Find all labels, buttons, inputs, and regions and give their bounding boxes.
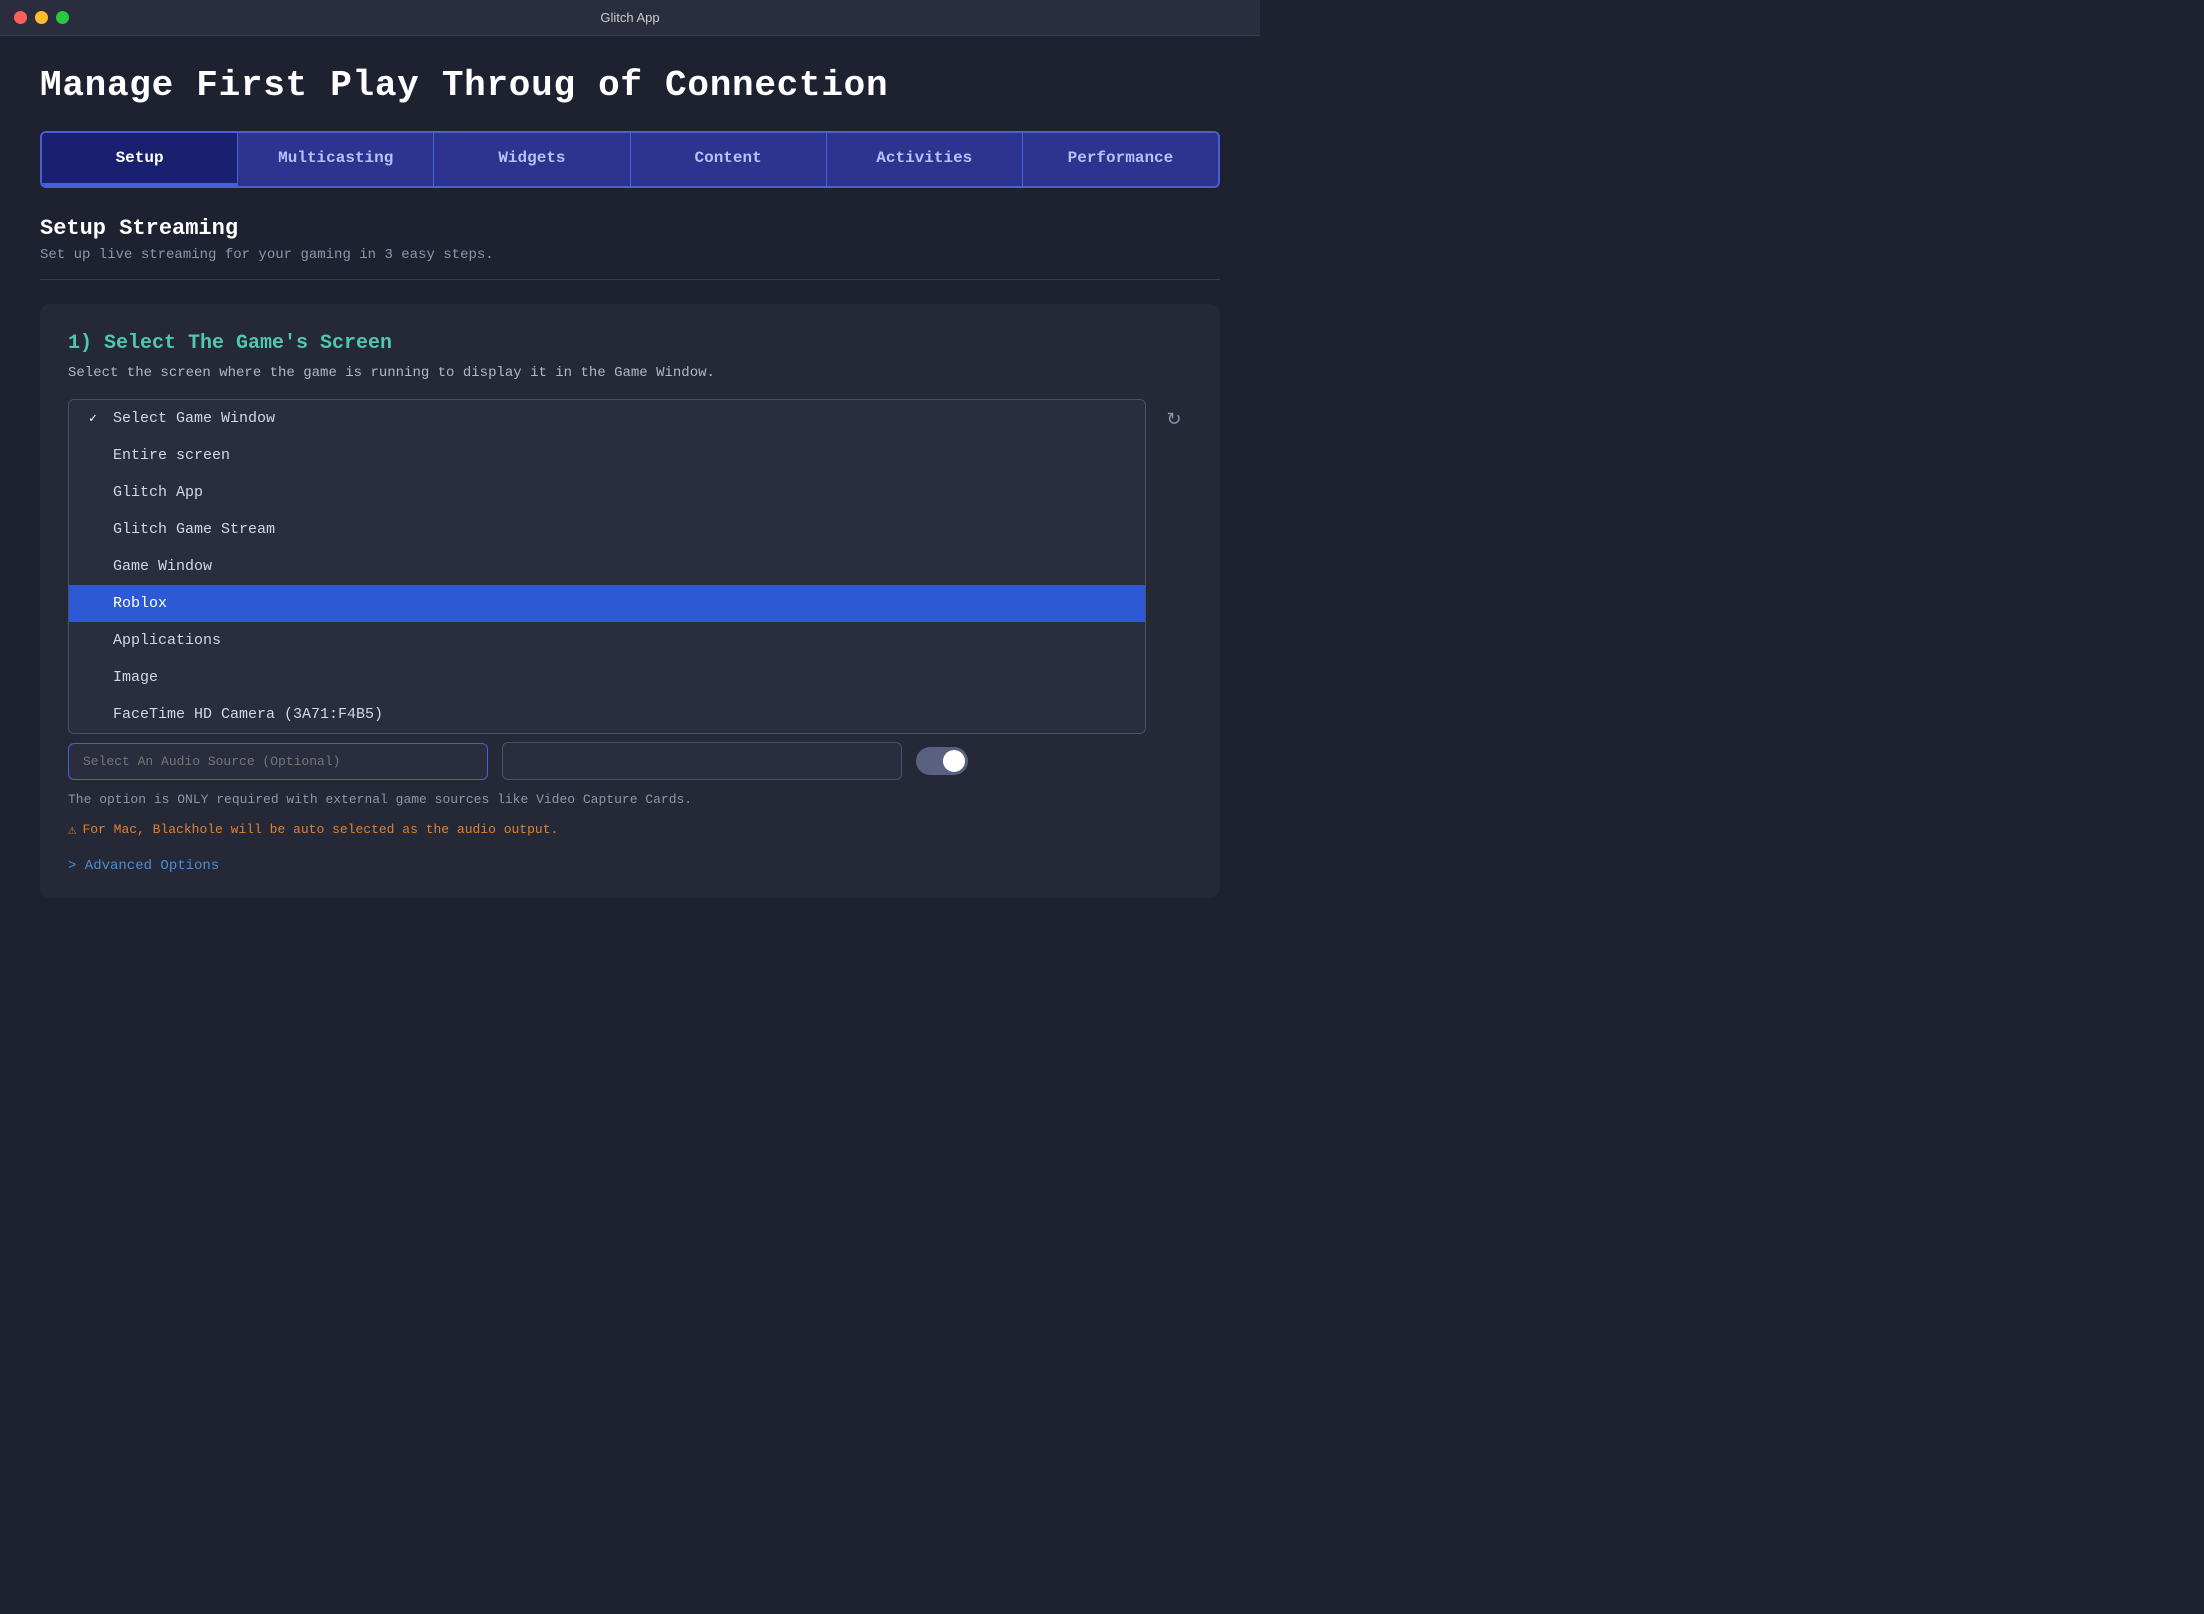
refresh-button[interactable]: ↻ [1156, 401, 1192, 437]
main-content: Manage First Play Throug of Connection S… [0, 36, 1260, 926]
advanced-options-link[interactable]: > Advanced Options [68, 858, 1192, 874]
dropdown-row: ✓ Select Game Window Entire screen Glitc… [68, 399, 1192, 734]
dropdown-item-entire-screen[interactable]: Entire screen [69, 437, 1145, 474]
section-title: Setup Streaming [40, 216, 1220, 241]
dropdown-item-image[interactable]: Image [69, 659, 1145, 696]
dropdown-item-game-window[interactable]: Game Window [69, 548, 1145, 585]
dropdown-item-select-game-window[interactable]: ✓ Select Game Window [69, 400, 1145, 437]
tab-setup[interactable]: Setup [42, 133, 238, 186]
tab-activities[interactable]: Activities [827, 133, 1023, 186]
warning-text: ⚠ For Mac, Blackhole will be auto select… [68, 820, 1192, 842]
warning-icon: ⚠ [68, 821, 76, 842]
dropdown-item-facetime[interactable]: FaceTime HD Camera (3A71:F4B5) [69, 696, 1145, 733]
window-title: Glitch App [600, 10, 659, 25]
divider [40, 279, 1220, 280]
audio-note: The option is ONLY required with externa… [68, 790, 1192, 810]
step-description: Select the screen where the game is runn… [68, 365, 1192, 381]
tabs-container: Setup Multicasting Widgets Content Activ… [40, 131, 1220, 188]
section-subtitle: Set up live streaming for your gaming in… [40, 247, 1220, 263]
dropdown-list: ✓ Select Game Window Entire screen Glitc… [68, 399, 1146, 734]
dropdown-item-glitch-game-stream[interactable]: Glitch Game Stream [69, 511, 1145, 548]
quality-select[interactable]: Standard [502, 742, 902, 780]
check-placeholder [89, 448, 105, 463]
close-button[interactable] [14, 11, 27, 24]
dropdown-item-applications[interactable]: Applications [69, 622, 1145, 659]
tab-content[interactable]: Content [631, 133, 827, 186]
dropdown-item-glitch-app[interactable]: Glitch App [69, 474, 1145, 511]
toggle-knob [943, 750, 965, 772]
title-bar: Glitch App [0, 0, 1260, 36]
minimize-button[interactable] [35, 11, 48, 24]
maximize-button[interactable] [56, 11, 69, 24]
refresh-icon: ↻ [1166, 409, 1181, 430]
audio-source-input[interactable] [68, 743, 488, 780]
game-screen-dropdown[interactable]: ✓ Select Game Window Entire screen Glitc… [68, 399, 1146, 734]
page-title: Manage First Play Throug of Connection [40, 64, 1220, 107]
tab-performance[interactable]: Performance [1023, 133, 1218, 186]
toggle-switch[interactable] [916, 747, 968, 775]
check-icon: ✓ [89, 411, 105, 426]
audio-quality-row: Standard [68, 742, 1192, 780]
step-title: 1) Select The Game's Screen [68, 332, 1192, 355]
window-controls [14, 11, 69, 24]
tab-multicasting[interactable]: Multicasting [238, 133, 434, 186]
setup-card: 1) Select The Game's Screen Select the s… [40, 304, 1220, 898]
tab-widgets[interactable]: Widgets [434, 133, 630, 186]
dropdown-item-roblox[interactable]: Roblox [69, 585, 1145, 622]
